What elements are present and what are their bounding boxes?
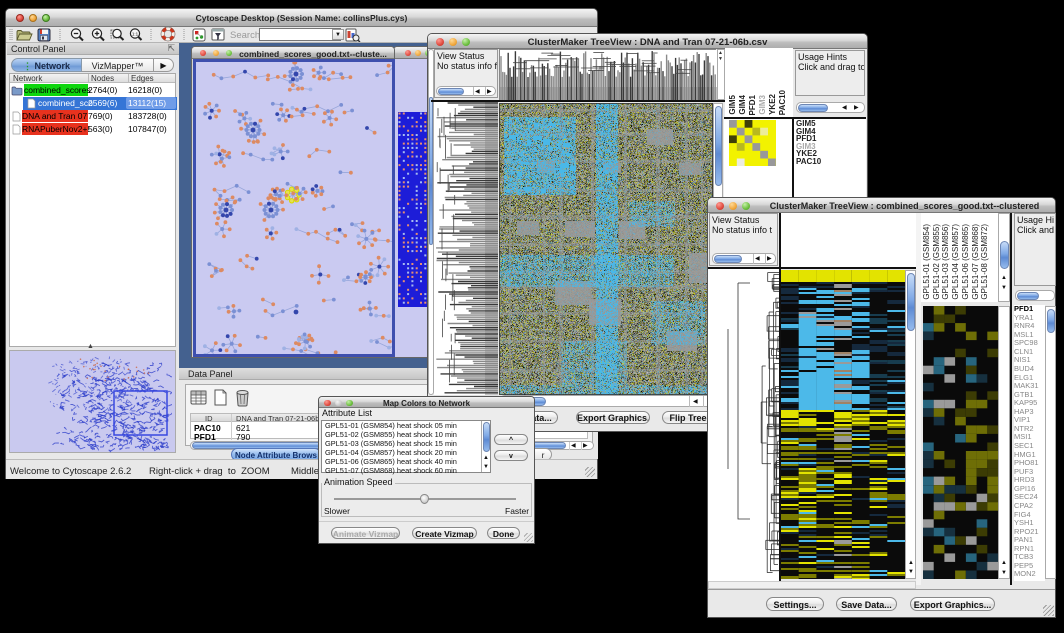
svg-text:1:1: 1:1 xyxy=(132,31,139,36)
svg-text:Search:: Search: xyxy=(230,30,263,41)
